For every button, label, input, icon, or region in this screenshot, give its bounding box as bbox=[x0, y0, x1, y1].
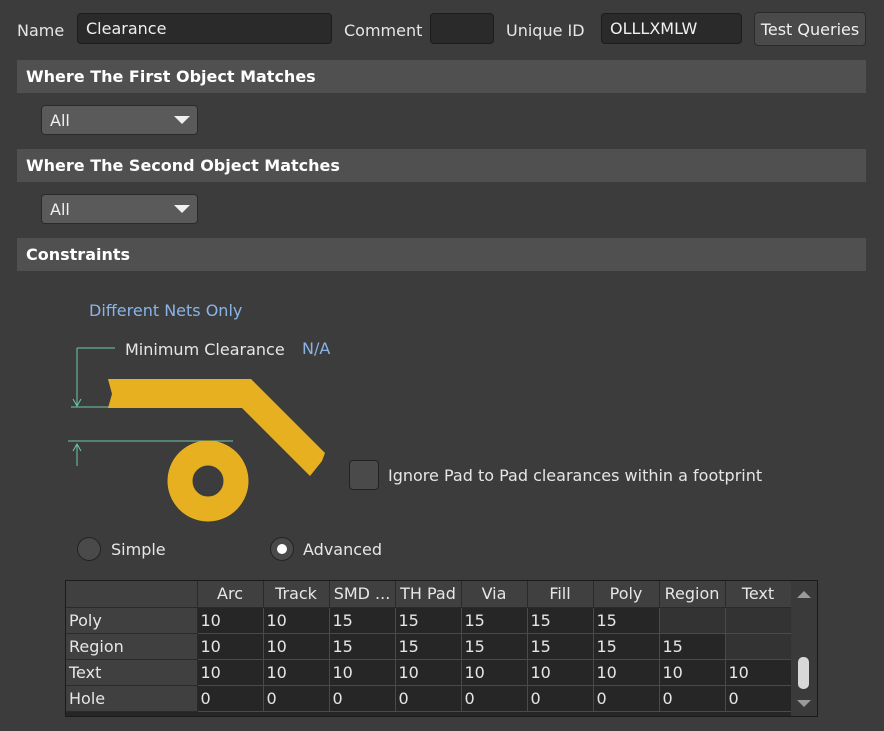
name-label: Name bbox=[17, 21, 65, 40]
grid-cell[interactable]: 10 bbox=[263, 659, 330, 686]
grid-row-header: Region bbox=[66, 633, 198, 660]
grid-cell[interactable]: 10 bbox=[197, 633, 264, 660]
clearance-table: Arc Track SMD ... TH Pad Via Fill Poly R… bbox=[66, 581, 792, 712]
chevron-down-icon bbox=[174, 205, 190, 213]
grid-column-header[interactable]: SMD ... bbox=[329, 581, 396, 608]
second-object-select[interactable]: All bbox=[41, 194, 198, 224]
grid-scrollbar[interactable] bbox=[791, 581, 817, 716]
grid-cell-disabled bbox=[725, 607, 792, 634]
second-object-section-header[interactable]: Where The Second Object Matches bbox=[17, 149, 866, 182]
name-field[interactable]: Clearance bbox=[77, 13, 332, 44]
grid-column-header[interactable]: Track bbox=[263, 581, 330, 608]
grid-cell[interactable]: 10 bbox=[527, 659, 594, 686]
grid-column-header[interactable]: Via bbox=[461, 581, 528, 608]
grid-cell[interactable]: 0 bbox=[461, 685, 528, 712]
ignore-pad-label: Ignore Pad to Pad clearances within a fo… bbox=[388, 466, 763, 485]
grid-cell-disabled bbox=[659, 607, 726, 634]
ignore-pad-checkbox[interactable] bbox=[349, 460, 379, 490]
grid-cell[interactable]: 10 bbox=[593, 659, 660, 686]
grid-row-header: Hole bbox=[66, 685, 198, 712]
grid-cell[interactable]: 10 bbox=[263, 633, 330, 660]
grid-cell[interactable]: 15 bbox=[527, 633, 594, 660]
advanced-radio[interactable] bbox=[270, 537, 294, 561]
grid-row: Poly 10 10 15 15 15 15 15 bbox=[66, 607, 792, 634]
grid-column-header[interactable]: TH Pad bbox=[395, 581, 462, 608]
test-queries-button[interactable]: Test Queries bbox=[754, 12, 866, 46]
grid-cell[interactable]: 0 bbox=[659, 685, 726, 712]
scroll-up-icon[interactable] bbox=[797, 591, 811, 598]
grid-column-header[interactable]: Region bbox=[659, 581, 726, 608]
grid-cell[interactable]: 0 bbox=[197, 685, 264, 712]
grid-cell[interactable]: 0 bbox=[395, 685, 462, 712]
grid-column-header[interactable]: Arc bbox=[197, 581, 264, 608]
grid-cell[interactable]: 15 bbox=[593, 633, 660, 660]
comment-label: Comment bbox=[344, 21, 423, 40]
first-object-select[interactable]: All bbox=[41, 105, 198, 135]
grid-column-header[interactable]: Text bbox=[725, 581, 792, 608]
first-object-section-header[interactable]: Where The First Object Matches bbox=[17, 60, 866, 93]
grid-cell-disabled bbox=[725, 633, 792, 660]
grid-cell[interactable]: 15 bbox=[395, 633, 462, 660]
grid-cell[interactable]: 15 bbox=[461, 607, 528, 634]
first-object-select-value: All bbox=[50, 110, 70, 130]
second-object-select-value: All bbox=[50, 199, 70, 219]
grid-cell[interactable]: 15 bbox=[329, 633, 396, 660]
grid-column-header[interactable]: Poly bbox=[593, 581, 660, 608]
grid-row: Text 10 10 10 10 10 10 10 10 10 bbox=[66, 659, 792, 686]
unique-id-label: Unique ID bbox=[506, 21, 585, 40]
grid-cell[interactable]: 10 bbox=[197, 659, 264, 686]
scrollbar-thumb[interactable] bbox=[798, 657, 809, 689]
grid-cell[interactable]: 10 bbox=[461, 659, 528, 686]
grid-cell[interactable]: 15 bbox=[593, 607, 660, 634]
grid-cell[interactable]: 0 bbox=[593, 685, 660, 712]
grid-row: Hole 0 0 0 0 0 0 0 0 0 bbox=[66, 685, 792, 712]
grid-cell[interactable]: 10 bbox=[197, 607, 264, 634]
grid-corner-header bbox=[66, 581, 198, 608]
grid-cell[interactable]: 10 bbox=[725, 659, 792, 686]
grid-row: Region 10 10 15 15 15 15 15 15 bbox=[66, 633, 792, 660]
advanced-radio-label: Advanced bbox=[303, 540, 383, 559]
clearance-diagram bbox=[68, 347, 325, 522]
chevron-down-icon bbox=[174, 116, 190, 124]
grid-cell[interactable]: 10 bbox=[263, 607, 330, 634]
grid-cell[interactable]: 10 bbox=[329, 659, 396, 686]
grid-column-header[interactable]: Fill bbox=[527, 581, 594, 608]
clearance-grid: Arc Track SMD ... TH Pad Via Fill Poly R… bbox=[65, 580, 818, 717]
net-scope-link[interactable]: Different Nets Only bbox=[89, 301, 242, 320]
grid-cell[interactable]: 15 bbox=[329, 607, 396, 634]
grid-row-header: Text bbox=[66, 659, 198, 686]
grid-cell[interactable]: 0 bbox=[725, 685, 792, 712]
grid-cell[interactable]: 15 bbox=[395, 607, 462, 634]
grid-cell[interactable]: 10 bbox=[659, 659, 726, 686]
grid-cell[interactable]: 0 bbox=[263, 685, 330, 712]
grid-cell[interactable]: 15 bbox=[461, 633, 528, 660]
unique-id-field[interactable]: OLLLXMLW bbox=[601, 13, 742, 44]
simple-radio-label: Simple bbox=[111, 540, 166, 559]
grid-cell[interactable]: 0 bbox=[527, 685, 594, 712]
grid-row-header: Poly bbox=[66, 607, 198, 634]
scroll-down-icon[interactable] bbox=[797, 700, 811, 707]
grid-cell[interactable]: 15 bbox=[659, 633, 726, 660]
grid-cell[interactable]: 15 bbox=[527, 607, 594, 634]
simple-radio[interactable] bbox=[77, 537, 101, 561]
constraints-section-header[interactable]: Constraints bbox=[17, 238, 866, 271]
grid-cell[interactable]: 10 bbox=[395, 659, 462, 686]
comment-field[interactable] bbox=[430, 13, 494, 44]
grid-cell[interactable]: 0 bbox=[329, 685, 396, 712]
